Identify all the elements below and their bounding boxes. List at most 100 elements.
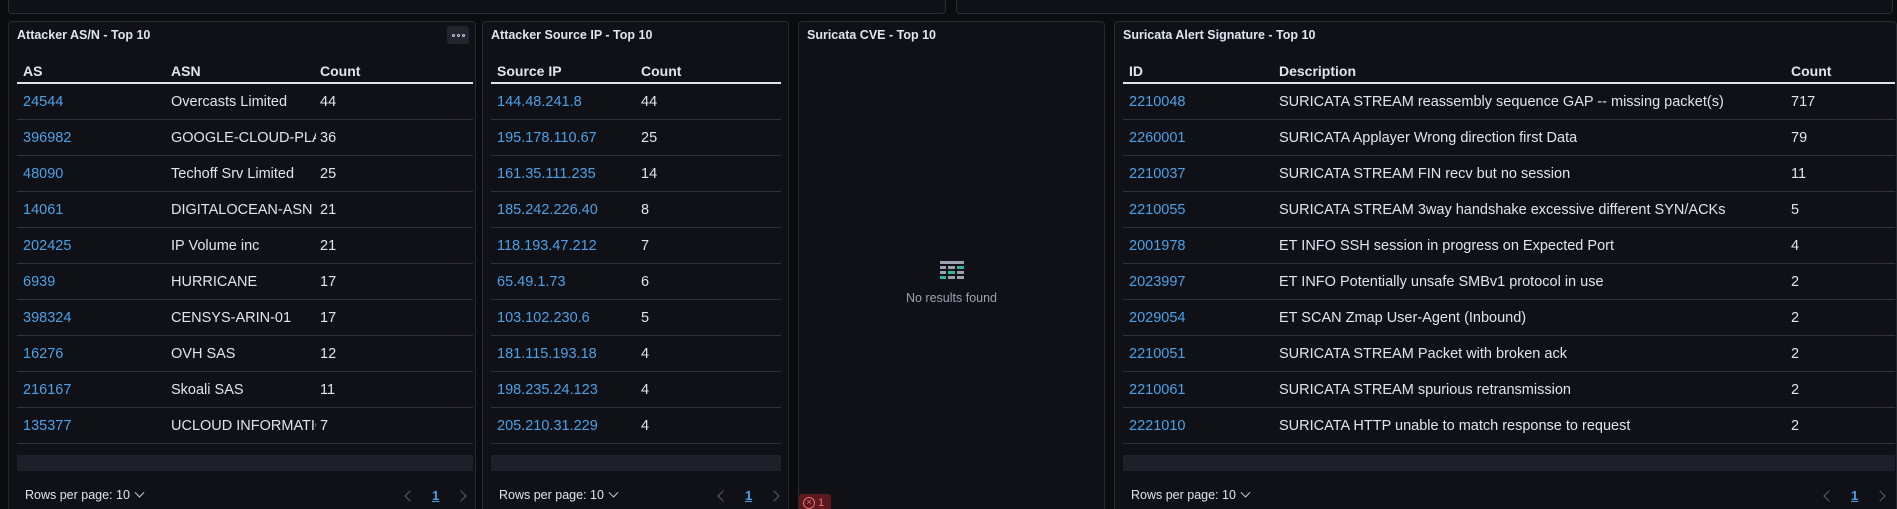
column-header-source-ip[interactable]: Source IP xyxy=(497,63,562,79)
as-number-link[interactable]: 398324 xyxy=(23,310,71,326)
signature-id-link[interactable]: 2029054 xyxy=(1129,310,1185,326)
error-badge[interactable]: × 1 xyxy=(799,494,831,509)
page-number[interactable]: 1 xyxy=(1851,488,1858,503)
signature-id-link[interactable]: 2023997 xyxy=(1129,274,1185,290)
column-header-description[interactable]: Description xyxy=(1279,63,1356,79)
count-cell: 25 xyxy=(320,166,337,182)
pagination: 1 xyxy=(1823,488,1886,503)
table-row: 2260001 SURICATA Applayer Wrong direction… xyxy=(1123,120,1895,156)
asn-name-cell: DIGITALOCEAN-ASN xyxy=(171,202,313,218)
signature-id-link[interactable]: 2001978 xyxy=(1129,238,1185,254)
count-cell: 7 xyxy=(320,418,329,434)
source-ip-link[interactable]: 205.210.31.229 xyxy=(497,418,598,434)
table-row: 181.115.193.18 4 xyxy=(491,336,781,372)
source-ip-link[interactable]: 161.35.111.235 xyxy=(497,166,596,182)
source-ip-link[interactable]: 118.193.47.212 xyxy=(497,238,597,254)
column-header-count[interactable]: Count xyxy=(1791,63,1831,79)
count-cell: 79 xyxy=(1791,130,1808,146)
signature-id-link[interactable]: 2210055 xyxy=(1129,202,1185,218)
count-cell: 4 xyxy=(641,382,650,398)
as-number-link[interactable]: 16276 xyxy=(23,346,63,362)
table-row: 2210051 SURICATA STREAM Packet with broke… xyxy=(1123,336,1895,372)
horizontal-scrollbar[interactable] xyxy=(1123,455,1895,471)
count-cell: 17 xyxy=(320,274,337,290)
chevron-right-icon[interactable] xyxy=(768,489,780,502)
column-header-as[interactable]: AS xyxy=(23,63,42,79)
as-number-link[interactable]: 48090 xyxy=(23,166,63,182)
horizontal-scrollbar[interactable] xyxy=(17,455,473,471)
source-ip-link[interactable]: 185.242.226.40 xyxy=(497,202,598,218)
table-row: 2029054 ET SCAN Zmap User-Agent (Inbound)… xyxy=(1123,300,1895,336)
signature-id-link[interactable]: 2210037 xyxy=(1129,166,1185,182)
table-row: 2001978 ET INFO SSH session in progress o… xyxy=(1123,228,1895,264)
description-cell: SURICATA STREAM spurious retransmission xyxy=(1279,382,1571,398)
chevron-right-icon[interactable] xyxy=(455,489,467,502)
signature-id-link[interactable]: 2221010 xyxy=(1129,418,1185,434)
as-number-link[interactable]: 216167 xyxy=(23,382,71,398)
column-header-count[interactable]: Count xyxy=(641,63,681,79)
column-header-asn[interactable]: ASN xyxy=(171,63,201,79)
chevron-left-icon[interactable] xyxy=(404,489,416,502)
source-ip-link[interactable]: 103.102.230.6 xyxy=(497,310,590,326)
chevron-left-icon[interactable] xyxy=(1823,489,1835,502)
asn-name-cell: IP Volume inc xyxy=(171,238,260,254)
table-empty-icon xyxy=(939,260,965,285)
as-number-link[interactable]: 24544 xyxy=(23,94,63,110)
column-header-count[interactable]: Count xyxy=(320,63,360,79)
signature-id-link[interactable]: 2210048 xyxy=(1129,94,1185,110)
as-number-link[interactable]: 135377 xyxy=(23,418,71,434)
signature-id-link[interactable]: 2260001 xyxy=(1129,130,1185,146)
count-cell: 11 xyxy=(1791,166,1807,182)
chevron-right-icon[interactable] xyxy=(1874,489,1886,502)
as-number-link[interactable]: 202425 xyxy=(23,238,71,254)
rows-per-page-button[interactable]: Rows per page: 10 xyxy=(499,487,619,502)
table-header: AS ASN Count xyxy=(17,54,473,84)
source-ip-link[interactable]: 65.49.1.73 xyxy=(497,274,566,290)
asn-name-cell: Overcasts Limited xyxy=(171,94,288,110)
pagination: 1 xyxy=(404,488,467,503)
description-cell: ET INFO Potentially unsafe SMBv1 protoco… xyxy=(1279,274,1604,290)
description-cell: SURICATA Applayer Wrong direction first … xyxy=(1279,130,1578,146)
asn-name-cell: Techoff Srv Limited xyxy=(171,166,295,182)
description-cell: SURICATA STREAM reassembly sequence GAP … xyxy=(1279,94,1724,110)
count-cell: 12 xyxy=(320,346,337,362)
as-number-link[interactable]: 6939 xyxy=(23,274,55,290)
signature-id-link[interactable]: 2210051 xyxy=(1129,346,1185,362)
signature-id-link[interactable]: 2210061 xyxy=(1129,382,1185,398)
asn-name-cell: HURRICANE xyxy=(171,274,258,290)
rows-per-page-button[interactable]: Rows per page: 10 xyxy=(25,487,145,502)
count-cell: 2 xyxy=(1791,274,1800,290)
count-cell: 2 xyxy=(1791,418,1800,434)
as-number-link[interactable]: 396982 xyxy=(23,130,71,146)
asn-table: AS ASN Count 24544 Overcasts Limited 44 396… xyxy=(17,54,473,444)
rows-per-page-button[interactable]: Rows per page: 10 xyxy=(1131,487,1251,502)
horizontal-scrollbar[interactable] xyxy=(491,455,781,471)
table-row: 2023997 ET INFO Potentially unsafe SMBv1 … xyxy=(1123,264,1895,300)
source-ip-link[interactable]: 144.48.241.8 xyxy=(497,94,582,110)
options-menu-icon[interactable] xyxy=(447,26,469,44)
page-number[interactable]: 1 xyxy=(745,488,752,503)
table-row: 205.210.31.229 4 xyxy=(491,408,781,444)
description-cell: ET SCAN Zmap User-Agent (Inbound) xyxy=(1279,310,1527,326)
error-icon: × xyxy=(803,497,815,509)
empty-state-text: No results found xyxy=(905,291,998,305)
count-cell: 5 xyxy=(641,310,650,326)
column-header-id[interactable]: ID xyxy=(1129,63,1143,79)
count-cell: 8 xyxy=(641,202,650,218)
page-number[interactable]: 1 xyxy=(432,488,439,503)
rows-per-page-label: Rows per page: 10 xyxy=(499,488,604,502)
count-cell: 5 xyxy=(1791,202,1800,218)
error-count: 1 xyxy=(818,497,825,509)
as-number-link[interactable]: 14061 xyxy=(23,202,63,218)
description-cell: ET INFO SSH session in progress on Expec… xyxy=(1279,238,1614,254)
panel-fragment-right xyxy=(956,0,1893,14)
source-ip-link[interactable]: 181.115.193.18 xyxy=(497,346,597,362)
count-cell: 2 xyxy=(1791,382,1800,398)
table-row: 118.193.47.212 7 xyxy=(491,228,781,264)
panel-title: Suricata CVE - Top 10 xyxy=(807,28,936,42)
source-ip-link[interactable]: 195.178.110.67 xyxy=(497,130,597,146)
chevron-left-icon[interactable] xyxy=(717,489,729,502)
table-footer: Rows per page: 10 1 xyxy=(483,487,788,508)
table-row: 185.242.226.40 8 xyxy=(491,192,781,228)
source-ip-link[interactable]: 198.235.24.123 xyxy=(497,382,598,398)
